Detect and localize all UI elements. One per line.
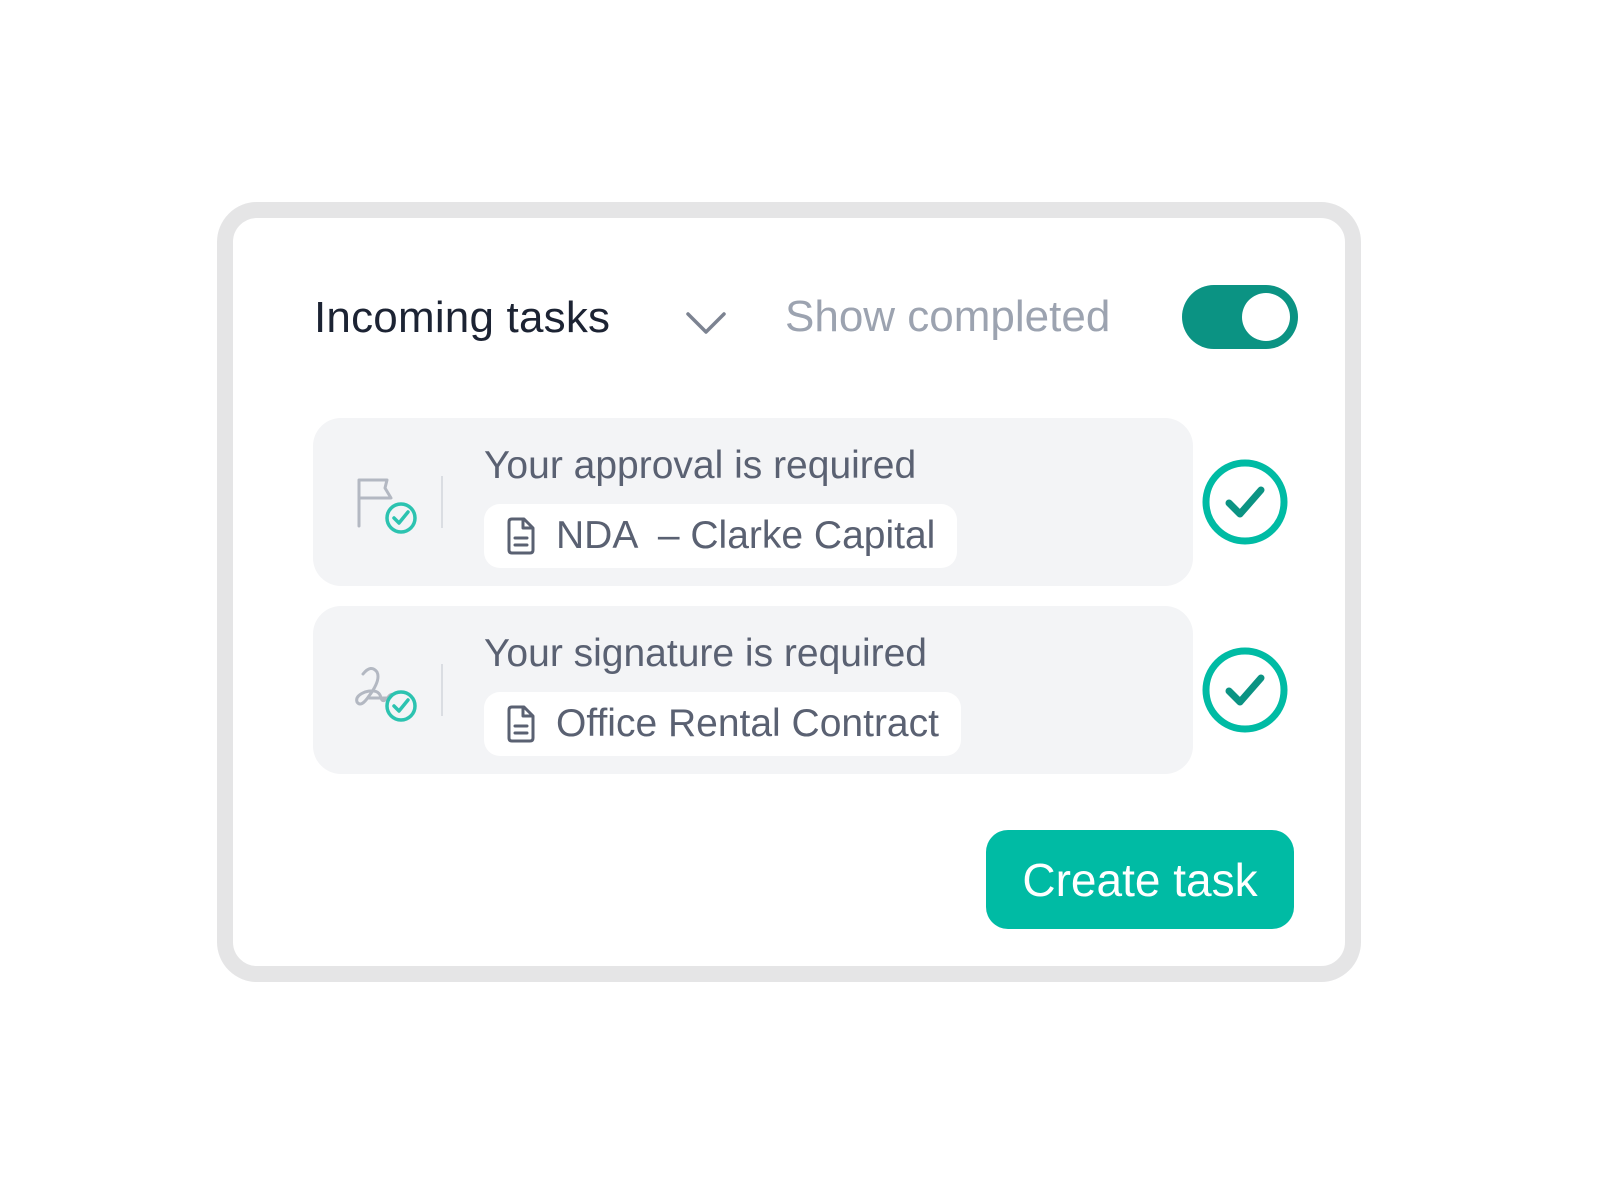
show-completed-label: Show completed: [785, 292, 1111, 341]
show-completed-toggle[interactable]: [1182, 285, 1298, 349]
document-chip[interactable]: NDA – Clarke Capital: [484, 504, 958, 568]
signature-check-icon: [355, 667, 417, 722]
task-card-approval[interactable]: Your approval is required NDA – Clarke C…: [313, 418, 1193, 586]
flag-check-icon: [357, 478, 417, 534]
task-divider: [441, 476, 443, 528]
task-divider: [441, 664, 443, 716]
panel-title: Incoming tasks: [314, 293, 611, 342]
document-icon: [507, 517, 535, 555]
document-name: NDA – Clarke Capital: [556, 514, 936, 557]
toggle-knob: [1242, 293, 1290, 341]
task-title: Your signature is required: [484, 632, 927, 675]
task-card-signature[interactable]: Your signature is required Office Rental…: [313, 606, 1193, 774]
document-icon: [507, 705, 535, 743]
create-task-button[interactable]: Create task: [986, 830, 1294, 929]
check-circle-icon[interactable]: [1200, 457, 1290, 547]
document-name: Office Rental Contract: [556, 702, 939, 745]
chevron-down-icon[interactable]: [684, 308, 728, 338]
task-title: Your approval is required: [484, 444, 917, 487]
document-chip[interactable]: Office Rental Contract: [484, 692, 961, 756]
check-circle-icon[interactable]: [1200, 645, 1290, 735]
